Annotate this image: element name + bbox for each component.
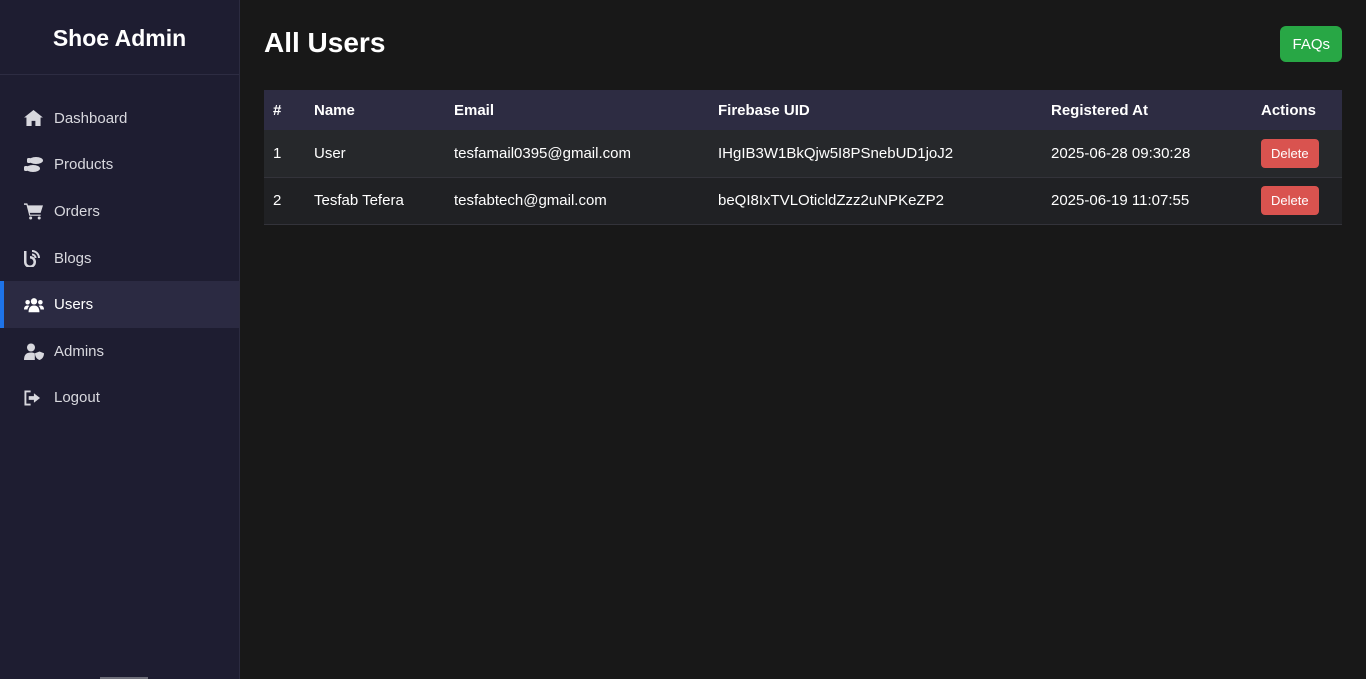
page-title: All Users: [264, 27, 386, 58]
cell-number: 1: [273, 144, 282, 162]
main-content: All Users FAQs # Name Email Firebase UID…: [240, 0, 1366, 679]
table-row: 2 Tesfab Tefera tesfabtech@gmail.com beQ…: [264, 177, 1342, 224]
sidebar-item-logout[interactable]: Logout: [0, 375, 239, 422]
sidebar-item-admins[interactable]: Admins: [0, 328, 239, 375]
column-header-firebase-uid: Firebase UID: [718, 101, 810, 119]
cell-firebase-uid: IHgIB3W1BkQjw5I8PSnebUD1joJ2: [718, 144, 954, 162]
cell-registered-at: 2025-06-19 11:07:55: [1051, 192, 1190, 209]
cell-number: 2: [273, 192, 282, 209]
sidebar-item-label: Users: [54, 296, 94, 314]
cell-registered-at: 2025-06-28 09:30:28: [1051, 144, 1191, 162]
cell-actions: Delete: [1252, 130, 1342, 177]
sidebar-item-orders[interactable]: Orders: [0, 188, 239, 235]
cart-icon: [24, 202, 44, 220]
column-header-registered-at: Registered At: [1051, 101, 1148, 119]
sidebar-item-users[interactable]: Users: [0, 281, 239, 328]
logout-icon: [24, 389, 44, 407]
cell-email: tesfabtech@gmail.com: [454, 192, 607, 209]
column-header-name: Name: [314, 101, 355, 119]
brand-title: Shoe Admin: [0, 0, 239, 75]
sidebar-item-label: Logout: [54, 389, 100, 407]
sidebar-item-label: Products: [54, 156, 114, 174]
sidebar-item-dashboard[interactable]: Dashboard: [0, 95, 239, 142]
faqs-button[interactable]: FAQs: [1280, 26, 1342, 62]
table-row: 1 User tesfamail0395@gmail.com IHgIB3W1B…: [264, 130, 1342, 177]
sidebar-nav: Dashboard Products Orders Blogs Users Ad…: [0, 95, 239, 421]
users-icon: [24, 296, 44, 314]
sidebar-item-products[interactable]: Products: [0, 142, 239, 189]
delete-button[interactable]: Delete: [1261, 186, 1319, 215]
sidebar-item-blogs[interactable]: Blogs: [0, 235, 239, 282]
delete-button[interactable]: Delete: [1261, 138, 1319, 168]
cell-actions: Delete: [1252, 177, 1342, 224]
users-table: # Name Email Firebase UID Registered At …: [264, 90, 1342, 225]
cell-firebase-uid: beQI8IxTVLOticldZzz2uNPKeZP2: [718, 192, 944, 209]
column-header-actions: Actions: [1261, 101, 1317, 119]
sidebar-item-label: Orders: [54, 202, 100, 220]
sidebar-item-label: Dashboard: [54, 109, 128, 127]
cell-email: tesfamail0395@gmail.com: [454, 144, 631, 162]
table-header-row: # Name Email Firebase UID Registered At …: [264, 90, 1342, 130]
column-header-number: #: [273, 101, 282, 119]
sidebar-item-label: Blogs: [54, 249, 92, 267]
cell-name: User: [314, 144, 346, 162]
sidebar: Shoe Admin Dashboard Products Orders Blo…: [0, 0, 240, 679]
shoe-prints-icon: [24, 156, 44, 174]
blog-icon: [24, 249, 44, 267]
home-icon: [24, 109, 44, 127]
sidebar-item-label: Admins: [54, 342, 105, 360]
column-header-email: Email: [454, 101, 495, 119]
user-shield-icon: [24, 342, 44, 360]
app-root: Shoe Admin Dashboard Products Orders Blo…: [0, 0, 1366, 679]
cell-name: Tesfab Tefera: [314, 192, 404, 209]
